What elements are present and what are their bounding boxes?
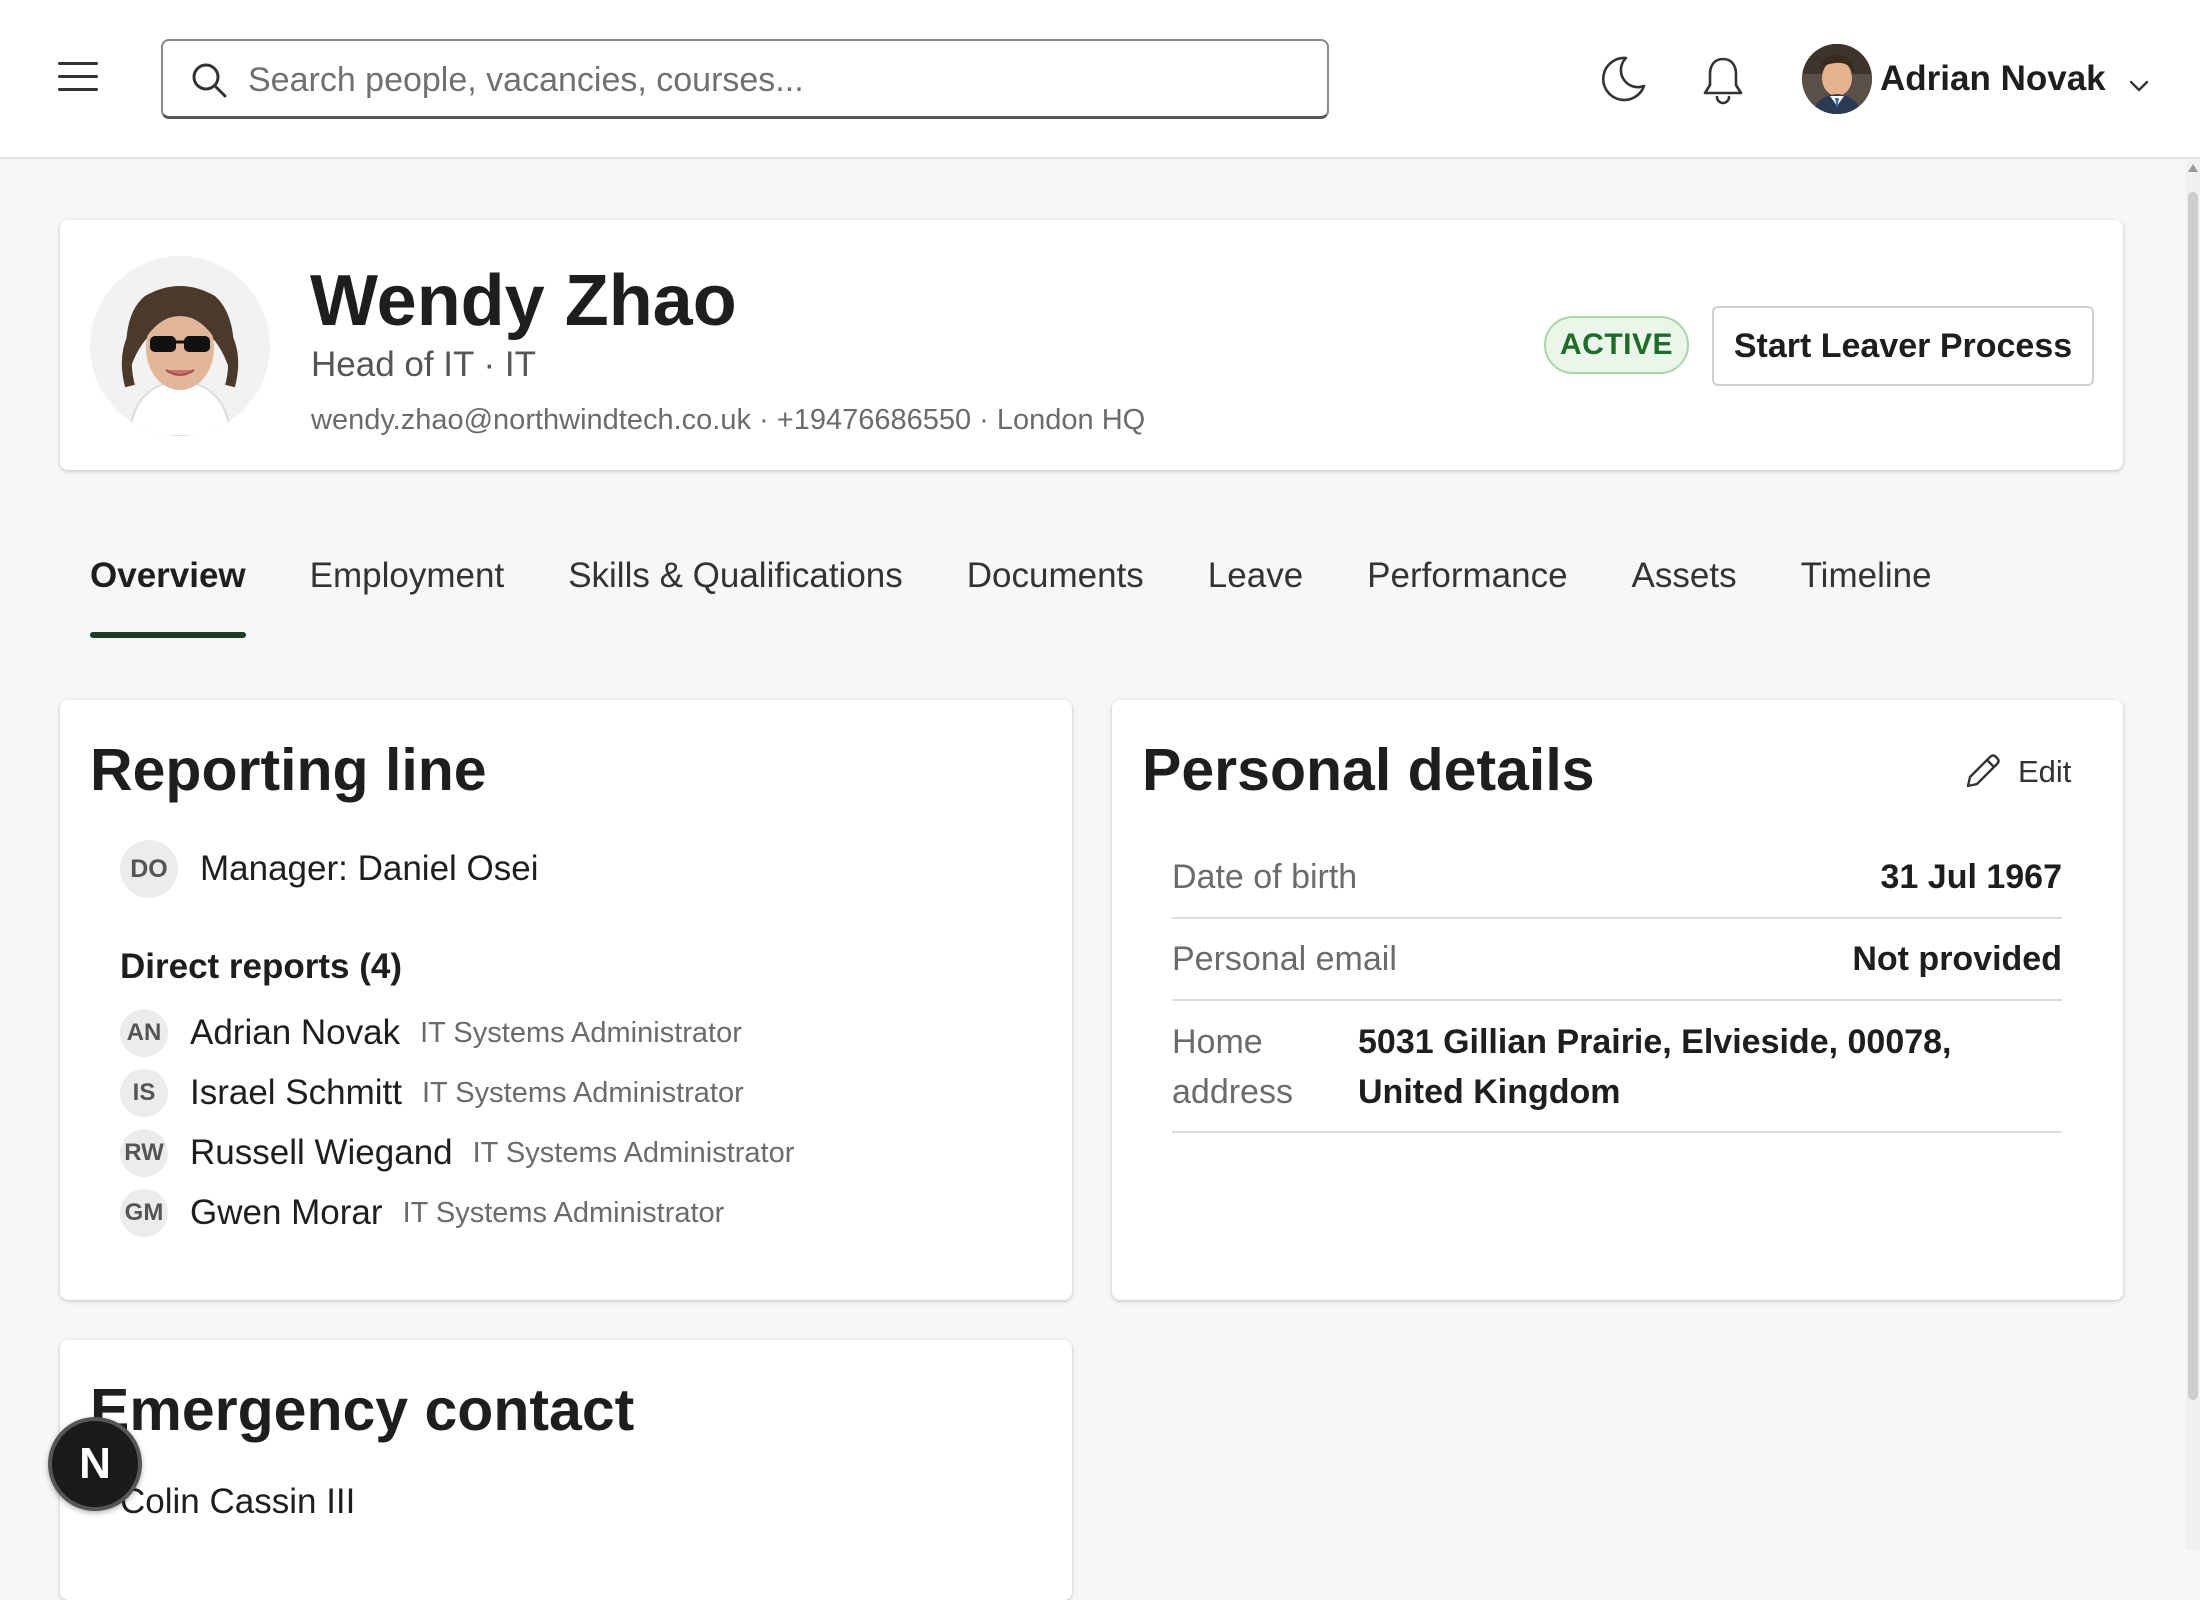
manager-row[interactable]: DO Manager: Daniel Osei	[120, 840, 539, 898]
tab-overview[interactable]: Overview	[90, 556, 246, 642]
personal-details-table: Date of birth 31 Jul 1967 Personal email…	[1172, 837, 2062, 1133]
tab-skills-qualifications[interactable]: Skills & Qualifications	[568, 556, 903, 642]
detail-value: Not provided	[1852, 939, 2062, 978]
detail-value: 5031 Gillian Prairie, Elvieside, 00078, …	[1358, 1023, 1952, 1111]
emergency-contact-name: Colin Cassin III	[120, 1482, 356, 1521]
menu-icon[interactable]	[52, 54, 108, 98]
report-name: Russell Wiegand	[190, 1133, 453, 1172]
search-icon	[192, 63, 227, 98]
direct-reports-heading: Direct reports (4)	[120, 947, 403, 986]
tab-documents[interactable]: Documents	[967, 556, 1144, 642]
card-title: Emergency contact	[90, 1377, 635, 1443]
detail-row: Date of birth 31 Jul 1967	[1172, 837, 2062, 919]
search-input[interactable]	[248, 55, 1308, 105]
avatar: RW	[120, 1129, 168, 1177]
report-title: IT Systems Administrator	[472, 1136, 795, 1169]
manager-label: Manager: Daniel Osei	[200, 849, 539, 888]
pencil-icon	[1966, 754, 2000, 788]
chevron-down-icon	[2129, 80, 2148, 92]
profile-header-card: Wendy Zhao Head of IT · IT wendy.zhao@no…	[60, 220, 2123, 470]
moon-icon[interactable]	[1596, 52, 1650, 106]
avatar: IS	[120, 1069, 168, 1117]
edit-button[interactable]: Edit	[1960, 750, 2071, 794]
floating-action-button[interactable]: N	[48, 1417, 142, 1511]
detail-label: Date of birth	[1172, 857, 1358, 896]
bell-icon[interactable]	[1696, 52, 1750, 106]
report-title: IT Systems Administrator	[420, 1016, 742, 1049]
tab-employment[interactable]: Employment	[310, 556, 505, 642]
employee-name: Wendy Zhao	[310, 261, 737, 341]
avatar: AN	[120, 1009, 168, 1057]
tab-performance[interactable]: Performance	[1367, 556, 1567, 642]
emergency-contact-card: Emergency contact Colin Cassin III	[60, 1340, 1072, 1600]
scroll-up-arrow[interactable]	[2188, 164, 2198, 172]
detail-row: Home address 5031 Gillian Prairie, Elvie…	[1172, 1001, 2062, 1133]
employee-contact: wendy.zhao@northwindtech.co.uk · +194766…	[311, 404, 1146, 436]
avatar: DO	[120, 840, 178, 898]
edit-label: Edit	[2018, 754, 2072, 789]
report-title: IT Systems Administrator	[402, 1196, 725, 1229]
start-leaver-process-button[interactable]: Start Leaver Process	[1712, 306, 2094, 386]
list-item[interactable]: RW Russell Wiegand IT Systems Administra…	[120, 1123, 794, 1183]
card-title: Personal details	[1142, 737, 1595, 803]
user-menu[interactable]: Adrian Novak	[1802, 42, 2150, 116]
list-item[interactable]: IS Israel Schmitt IT Systems Administrat…	[120, 1063, 794, 1123]
report-name: Israel Schmitt	[190, 1073, 402, 1112]
detail-value: 31 Jul 1967	[1880, 857, 2062, 896]
detail-row: Personal email Not provided	[1172, 919, 2062, 1001]
personal-details-card: Personal details Edit Date of birth 31 J…	[1112, 700, 2123, 1300]
report-name: Adrian Novak	[190, 1013, 401, 1052]
detail-label: Home address	[1172, 1023, 1293, 1111]
reporting-line-card: Reporting line DO Manager: Daniel Osei D…	[60, 700, 1072, 1300]
profile-photo	[90, 256, 270, 436]
top-bar: Adrian Novak	[0, 0, 2200, 159]
report-name: Gwen Morar	[190, 1193, 383, 1232]
report-title: IT Systems Administrator	[422, 1076, 744, 1109]
list-item[interactable]: GM Gwen Morar IT Systems Administrator	[120, 1183, 794, 1243]
direct-reports-list: AN Adrian Novak IT Systems Administrator…	[120, 1003, 794, 1243]
user-name: Adrian Novak	[1880, 59, 2106, 98]
tab-leave[interactable]: Leave	[1208, 556, 1303, 642]
tab-assets[interactable]: Assets	[1632, 556, 1737, 642]
card-title: Reporting line	[90, 737, 487, 803]
avatar	[1802, 44, 1872, 114]
detail-label: Personal email	[1172, 939, 1397, 978]
list-item[interactable]: AN Adrian Novak IT Systems Administrator	[120, 1003, 794, 1063]
status-badge: ACTIVE	[1544, 316, 1690, 374]
search-box[interactable]	[161, 39, 1329, 119]
avatar: GM	[120, 1189, 168, 1237]
profile-tabs: Overview Employment Skills & Qualificati…	[90, 556, 1996, 642]
employee-role: Head of IT · IT	[311, 345, 536, 384]
scrollbar-thumb[interactable]	[2188, 192, 2198, 1400]
tab-timeline[interactable]: Timeline	[1801, 556, 1932, 642]
